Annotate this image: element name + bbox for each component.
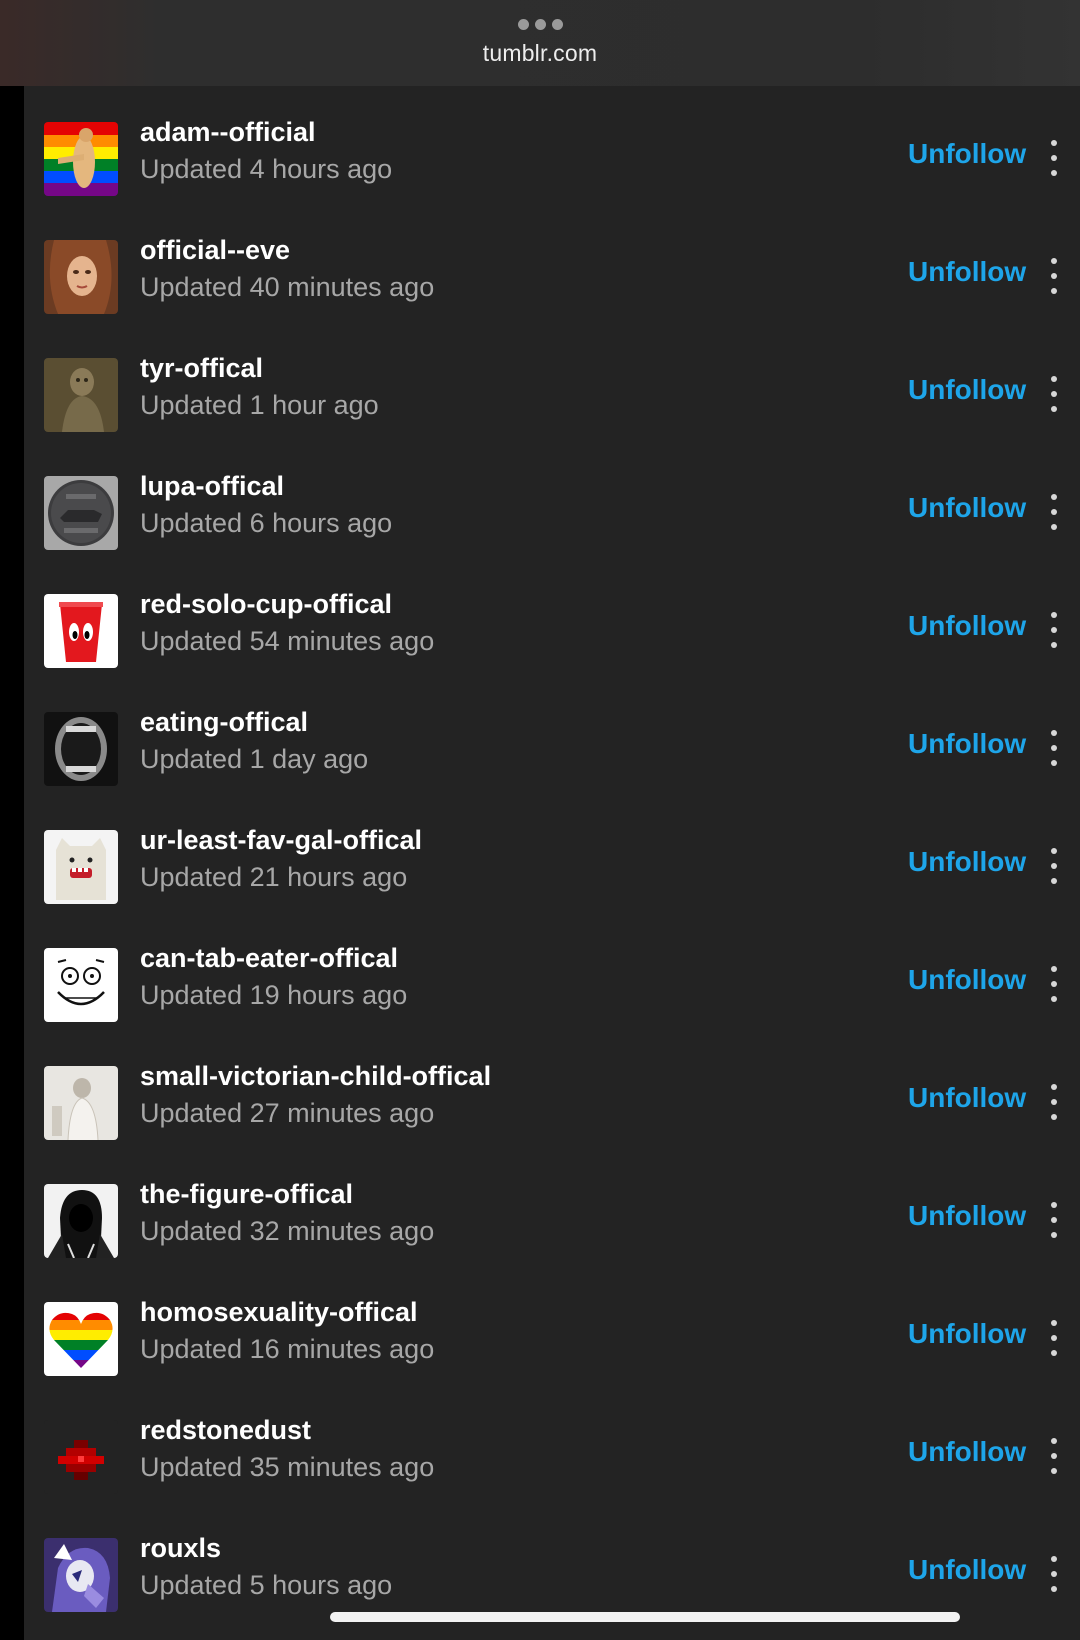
list-item[interactable]: tyr-offical Updated 1 hour ago Unfollow — [24, 336, 1080, 454]
purple-character-icon — [44, 1538, 118, 1612]
following-list: adam--official Updated 4 hours ago Unfol… — [24, 86, 1080, 1640]
more-options-icon[interactable] — [1046, 1202, 1062, 1238]
blog-name[interactable]: can-tab-eater-offical — [140, 940, 407, 976]
stone-statue-icon — [44, 358, 118, 432]
hooded-figure-icon — [44, 1184, 118, 1258]
address-bar-url[interactable]: tumblr.com — [483, 40, 597, 67]
more-options-icon[interactable] — [1046, 730, 1062, 766]
blog-name[interactable]: red-solo-cup-offical — [140, 586, 434, 622]
avatar[interactable] — [44, 122, 118, 196]
roman-coin-wolf-icon — [44, 476, 118, 550]
blog-name[interactable]: homosexuality-offical — [140, 1294, 434, 1330]
updated-time: Updated 6 hours ago — [140, 508, 393, 538]
painted-woman-icon — [44, 240, 118, 314]
list-item[interactable]: homosexuality-offical Updated 16 minutes… — [24, 1280, 1080, 1398]
blog-name[interactable]: ur-least-fav-gal-offical — [140, 822, 422, 858]
updated-time: Updated 40 minutes ago — [140, 272, 435, 302]
list-item[interactable]: ur-least-fav-gal-offical Updated 21 hour… — [24, 808, 1080, 926]
blog-name[interactable]: eating-offical — [140, 704, 368, 740]
updated-time: Updated 21 hours ago — [140, 862, 408, 892]
unfollow-button[interactable]: Unfollow — [908, 1082, 1026, 1114]
avatar[interactable] — [44, 594, 118, 668]
blog-name[interactable]: the-figure-offical — [140, 1176, 434, 1212]
list-item[interactable]: adam--official Updated 4 hours ago Unfol… — [24, 100, 1080, 218]
blog-name[interactable]: redstonedust — [140, 1412, 434, 1448]
list-item[interactable]: eating-offical Updated 1 day ago Unfollo… — [24, 690, 1080, 808]
unfollow-button[interactable]: Unfollow — [908, 728, 1026, 760]
more-options-icon[interactable] — [1046, 376, 1062, 412]
updated-time: Updated 27 minutes ago — [140, 1098, 435, 1128]
more-options-icon[interactable] — [1046, 140, 1062, 176]
updated-time: Updated 54 minutes ago — [140, 626, 435, 656]
grinning-face-sketch-icon — [44, 948, 118, 1022]
unfollow-button[interactable]: Unfollow — [908, 256, 1026, 288]
more-options-icon[interactable] — [1046, 1556, 1062, 1592]
plush-monster-icon — [44, 830, 118, 904]
rainbow-heart-icon — [44, 1302, 118, 1376]
blog-name[interactable]: small-victorian-child-offical — [140, 1058, 491, 1094]
avatar[interactable] — [44, 1066, 118, 1140]
more-options-icon[interactable] — [1046, 848, 1062, 884]
more-options-icon[interactable] — [1046, 966, 1062, 1002]
more-options-icon[interactable] — [1046, 258, 1062, 294]
blog-name[interactable]: adam--official — [140, 114, 392, 150]
unfollow-button[interactable]: Unfollow — [908, 1318, 1026, 1350]
list-item[interactable]: lupa-offical Updated 6 hours ago Unfollo… — [24, 454, 1080, 572]
avatar[interactable] — [44, 1184, 118, 1258]
avatar[interactable] — [44, 1538, 118, 1612]
list-item[interactable]: official--eve Updated 40 minutes ago Unf… — [24, 218, 1080, 336]
unfollow-button[interactable]: Unfollow — [908, 138, 1026, 170]
unfollow-button[interactable]: Unfollow — [908, 964, 1026, 996]
avatar[interactable] — [44, 1420, 118, 1494]
updated-time: Updated 32 minutes ago — [140, 1216, 435, 1246]
avatar[interactable] — [44, 1302, 118, 1376]
unfollow-button[interactable]: Unfollow — [908, 610, 1026, 642]
unfollow-button[interactable]: Unfollow — [908, 492, 1026, 524]
more-options-icon[interactable] — [1046, 1320, 1062, 1356]
rainbow-flag-adam-icon — [44, 122, 118, 196]
unfollow-button[interactable]: Unfollow — [908, 374, 1026, 406]
blog-name[interactable]: official--eve — [140, 232, 434, 268]
browser-top-bar: tumblr.com — [0, 0, 1080, 86]
more-options-icon[interactable] — [1046, 494, 1062, 530]
blog-name[interactable]: rouxls — [140, 1530, 392, 1566]
home-indicator[interactable] — [330, 1612, 960, 1622]
blog-name[interactable]: lupa-offical — [140, 468, 392, 504]
redstone-dust-icon — [44, 1420, 118, 1494]
unfollow-button[interactable]: Unfollow — [908, 1436, 1026, 1468]
victorian-child-photo-icon — [44, 1066, 118, 1140]
updated-time: Updated 1 day ago — [140, 744, 369, 774]
blog-name[interactable]: tyr-offical — [140, 350, 379, 386]
more-options-icon[interactable] — [1046, 1084, 1062, 1120]
updated-time: Updated 5 hours ago — [140, 1570, 393, 1600]
more-options-icon[interactable] — [517, 18, 563, 30]
open-mouth-icon — [44, 712, 118, 786]
avatar[interactable] — [44, 948, 118, 1022]
updated-time: Updated 19 hours ago — [140, 980, 408, 1010]
updated-time: Updated 1 hour ago — [140, 390, 379, 420]
updated-time: Updated 35 minutes ago — [140, 1452, 435, 1482]
list-item[interactable]: can-tab-eater-offical Updated 19 hours a… — [24, 926, 1080, 1044]
list-item[interactable]: the-figure-offical Updated 32 minutes ag… — [24, 1162, 1080, 1280]
more-options-icon[interactable] — [1046, 1438, 1062, 1474]
unfollow-button[interactable]: Unfollow — [908, 1554, 1026, 1586]
avatar[interactable] — [44, 358, 118, 432]
unfollow-button[interactable]: Unfollow — [908, 846, 1026, 878]
avatar[interactable] — [44, 476, 118, 550]
updated-time: Updated 16 minutes ago — [140, 1334, 435, 1364]
list-item[interactable]: red-solo-cup-offical Updated 54 minutes … — [24, 572, 1080, 690]
unfollow-button[interactable]: Unfollow — [908, 1200, 1026, 1232]
list-item[interactable]: small-victorian-child-offical Updated 27… — [24, 1044, 1080, 1162]
updated-time: Updated 4 hours ago — [140, 154, 393, 184]
left-edge — [0, 86, 24, 1640]
red-cup-eyes-icon — [44, 594, 118, 668]
avatar[interactable] — [44, 830, 118, 904]
avatar[interactable] — [44, 240, 118, 314]
avatar[interactable] — [44, 712, 118, 786]
more-options-icon[interactable] — [1046, 612, 1062, 648]
list-item[interactable]: redstonedust Updated 35 minutes ago Unfo… — [24, 1398, 1080, 1516]
